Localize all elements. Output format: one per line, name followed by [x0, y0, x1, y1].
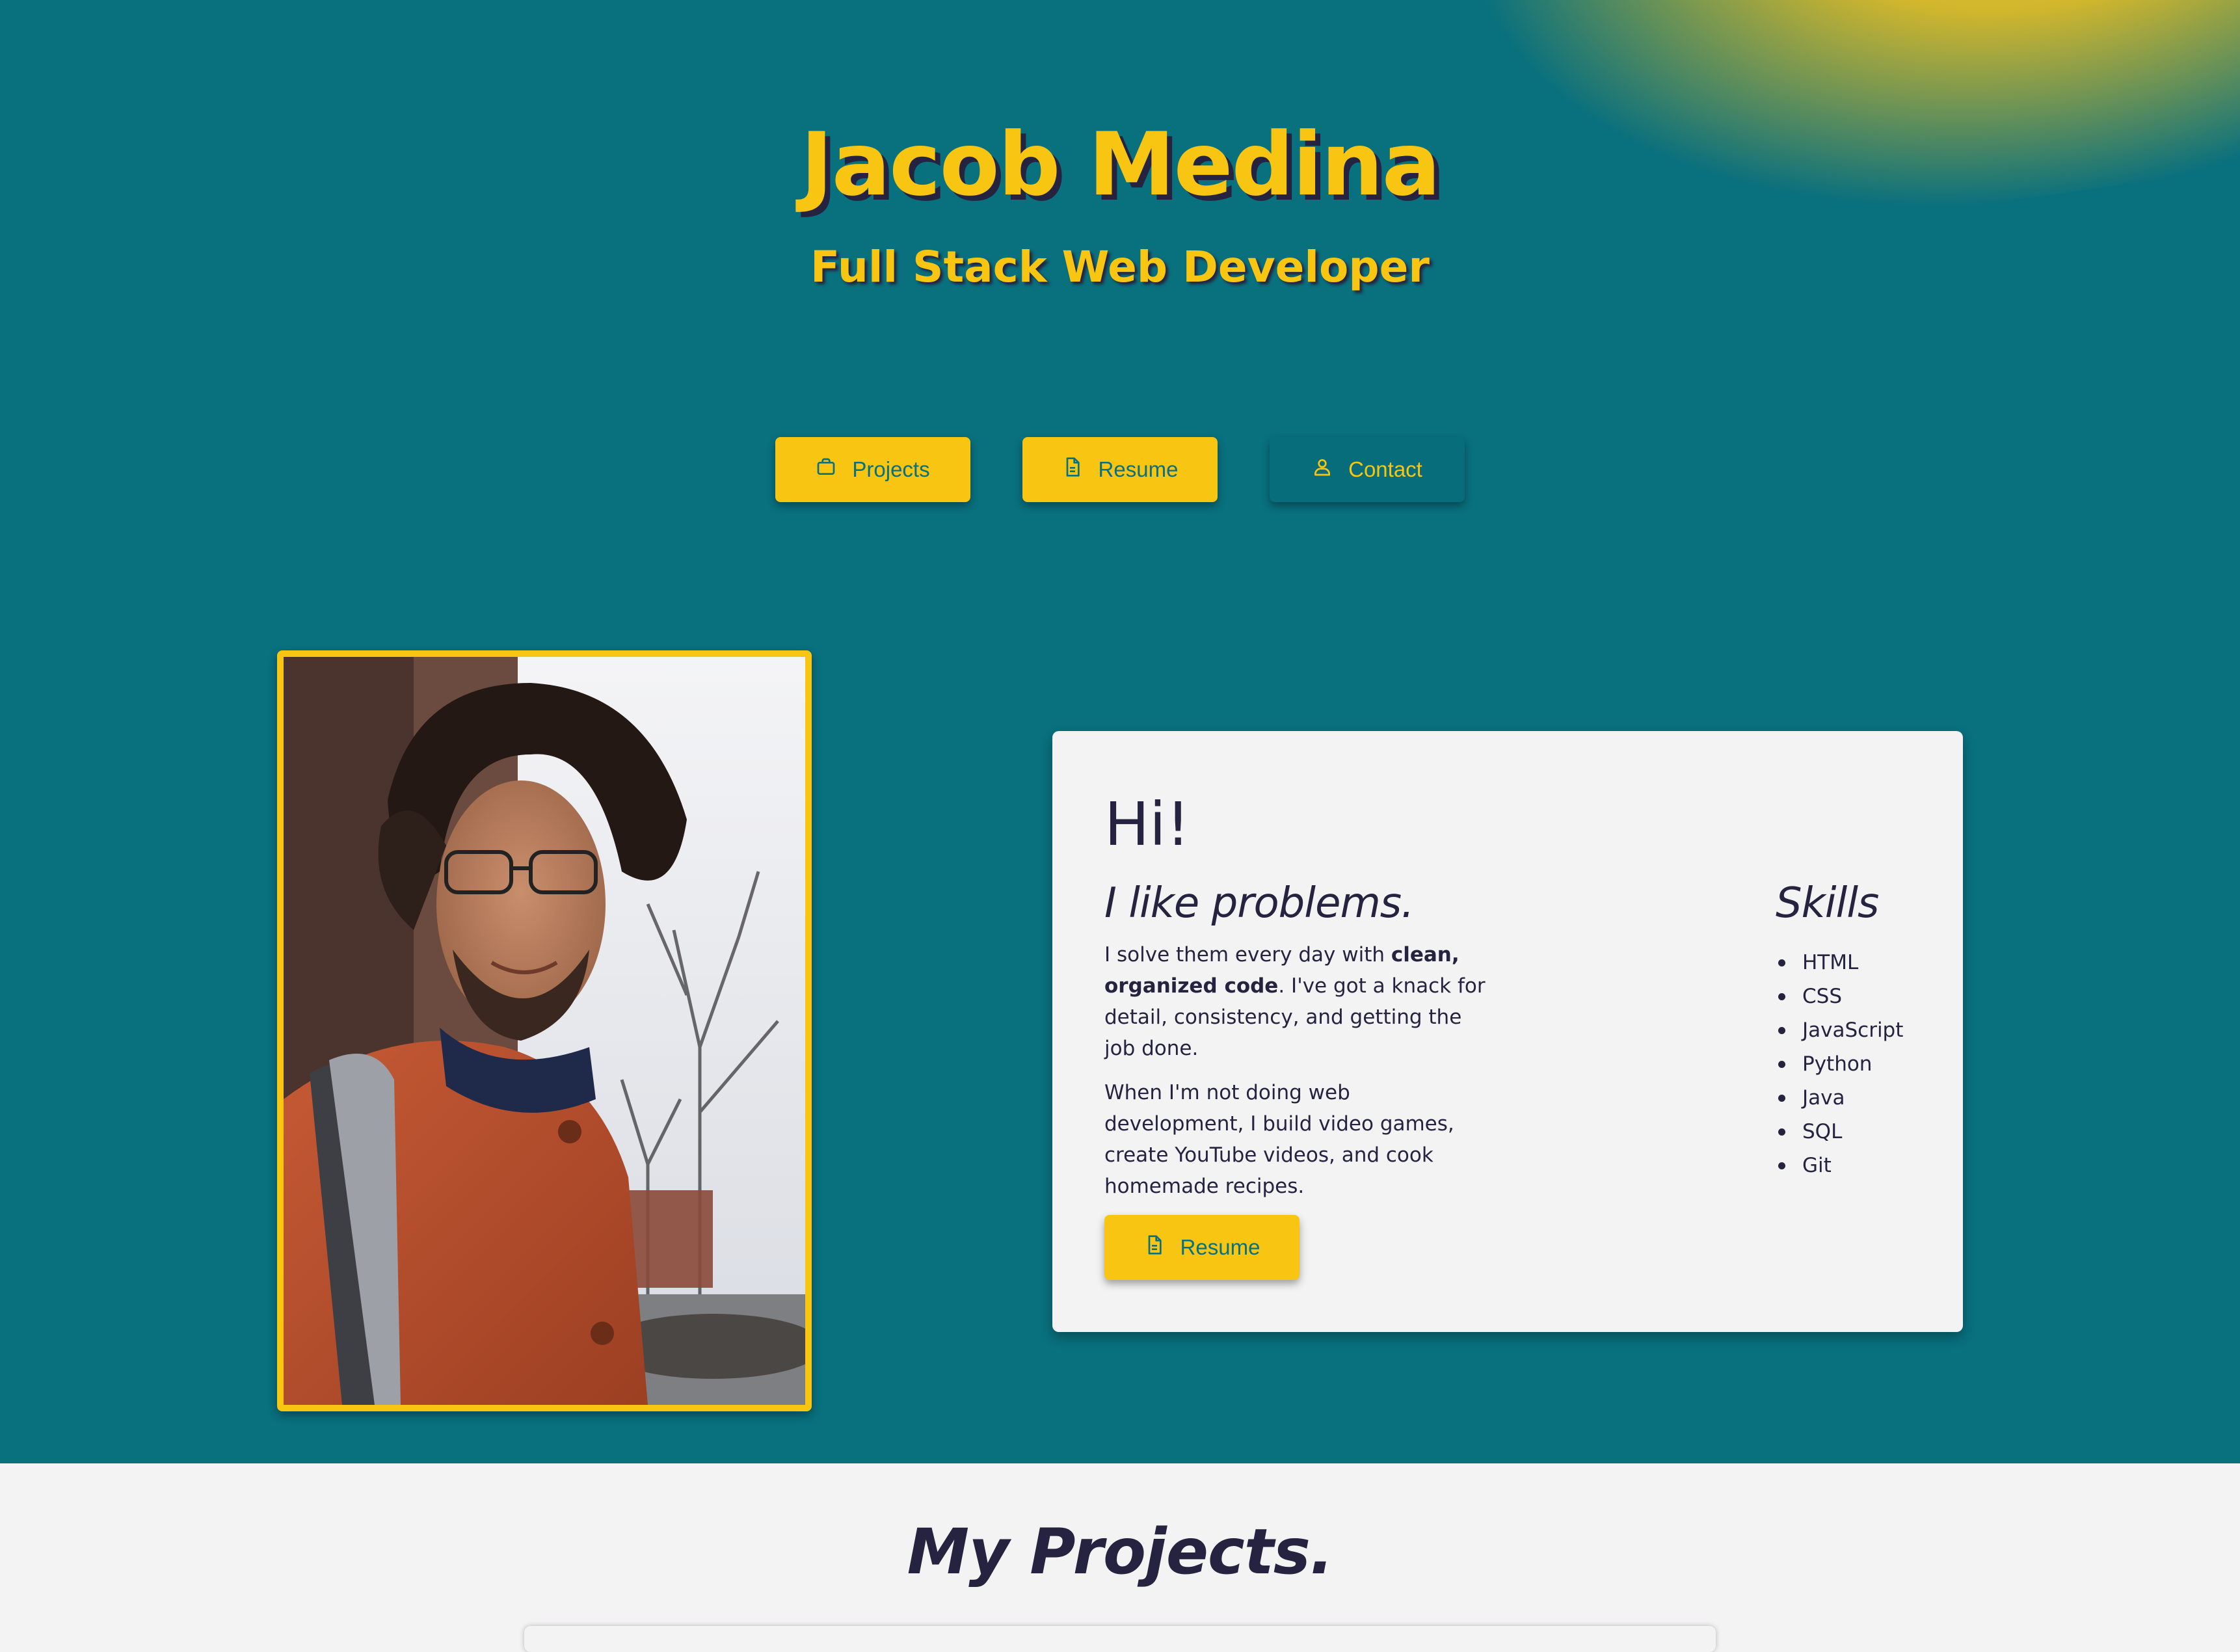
contact-button-label: Contact: [1348, 457, 1422, 481]
skill-item: JavaScript: [1776, 1013, 1903, 1047]
bullet-icon: [1778, 1128, 1785, 1136]
bullet-icon: [1778, 1162, 1785, 1169]
skill-item: CSS: [1776, 979, 1903, 1013]
project-card: [524, 1626, 1716, 1652]
intro-text-start: I solve them every day with: [1104, 943, 1391, 966]
greeting-heading: Hi!: [1104, 790, 1190, 859]
profile-photo: [277, 650, 812, 1411]
about-card: Hi! I like problems. I solve them every …: [1052, 731, 1963, 1332]
skills-list: HTML CSS JavaScript Python Java SQL Git: [1776, 946, 1903, 1182]
site-owner-name: Jacob Medina: [800, 114, 1441, 215]
skill-item: Python: [1776, 1047, 1903, 1081]
projects-heading: My Projects.: [907, 1515, 1334, 1588]
resume-button-label: Resume: [1098, 457, 1179, 481]
job-title: Full Stack Web Developer: [810, 242, 1430, 292]
bullet-icon: [1778, 1026, 1785, 1034]
card-resume-label: Resume: [1180, 1235, 1260, 1259]
skill-item: HTML: [1776, 946, 1903, 979]
bullet-icon: [1778, 993, 1785, 1000]
skill-label: Python: [1802, 1052, 1873, 1076]
skill-label: JavaScript: [1802, 1019, 1904, 1042]
document-icon: [1062, 457, 1083, 483]
bullet-icon: [1778, 1060, 1785, 1068]
briefcase-icon: [816, 457, 836, 483]
skill-label: SQL: [1802, 1120, 1843, 1143]
bullet-icon: [1778, 1094, 1785, 1102]
projects-button-label: Projects: [852, 457, 930, 481]
skill-item: Git: [1776, 1149, 1903, 1182]
resume-button[interactable]: Resume: [1022, 437, 1218, 502]
skill-label: CSS: [1802, 985, 1843, 1008]
intro-paragraph: I solve them every day with clean, organ…: [1104, 939, 1495, 1064]
card-resume-button[interactable]: Resume: [1104, 1215, 1300, 1280]
hobbies-paragraph: When I'm not doing web development, I bu…: [1104, 1081, 1454, 1198]
user-icon: [1312, 457, 1333, 483]
bullet-icon: [1778, 959, 1785, 966]
projects-button[interactable]: Projects: [775, 437, 970, 502]
tagline-heading: I like problems.: [1104, 879, 1414, 927]
skill-item: SQL: [1776, 1115, 1903, 1149]
skill-item: Java: [1776, 1081, 1903, 1115]
contact-button[interactable]: Contact: [1270, 437, 1465, 502]
skills-heading: Skills: [1776, 879, 1879, 927]
document-icon: [1144, 1234, 1165, 1260]
skill-label: HTML: [1802, 951, 1859, 974]
skill-label: Git: [1802, 1154, 1832, 1177]
skill-label: Java: [1802, 1086, 1845, 1110]
hero-section: Jacob Medina Full Stack Web Developer Pr…: [0, 0, 2240, 1463]
